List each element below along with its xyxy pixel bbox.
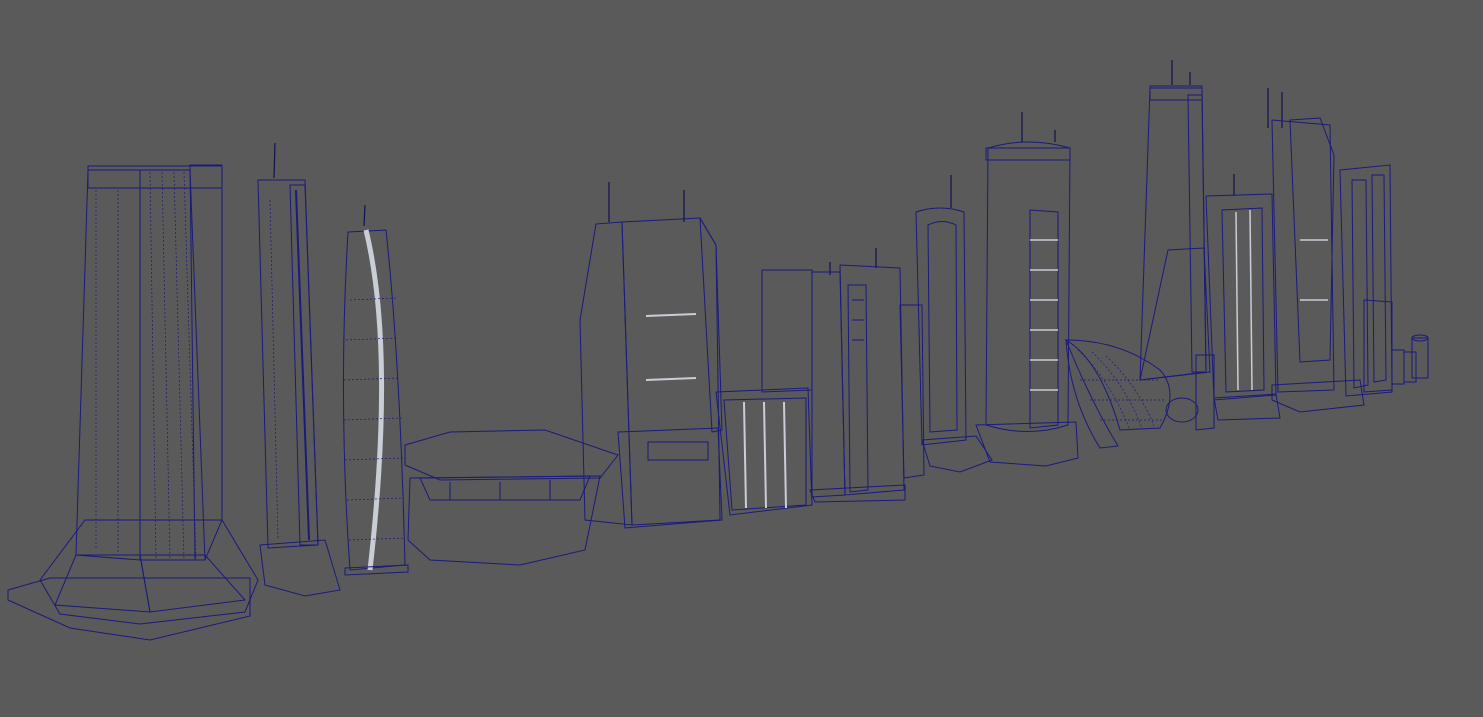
tower-03-twisted-glass[interactable] (342, 204, 409, 576)
props-15-cylinders[interactable] (1391, 334, 1429, 385)
tower-08-slim-arch[interactable] (915, 175, 993, 473)
3d-viewport[interactable] (0, 0, 1483, 717)
tower-14-cluster-back[interactable] (1339, 164, 1393, 397)
tower-12-white-slab[interactable] (1205, 174, 1281, 421)
tower-02-tall-slim[interactable] (257, 142, 341, 597)
building-06-glass-cube[interactable] (715, 387, 813, 516)
tower-01-stepped-base[interactable] (7, 164, 259, 641)
structure-10-dome-shell[interactable] (1064, 339, 1199, 449)
tower-07-cluster[interactable] (761, 248, 925, 503)
tower-13-spire-glass[interactable] (1267, 88, 1365, 413)
tower-09-cylinder-core[interactable] (975, 112, 1079, 467)
building-04-low-pavilion[interactable] (404, 429, 619, 566)
scene-canvas[interactable] (0, 0, 1483, 717)
tower-11-tapered[interactable] (1139, 60, 1215, 431)
